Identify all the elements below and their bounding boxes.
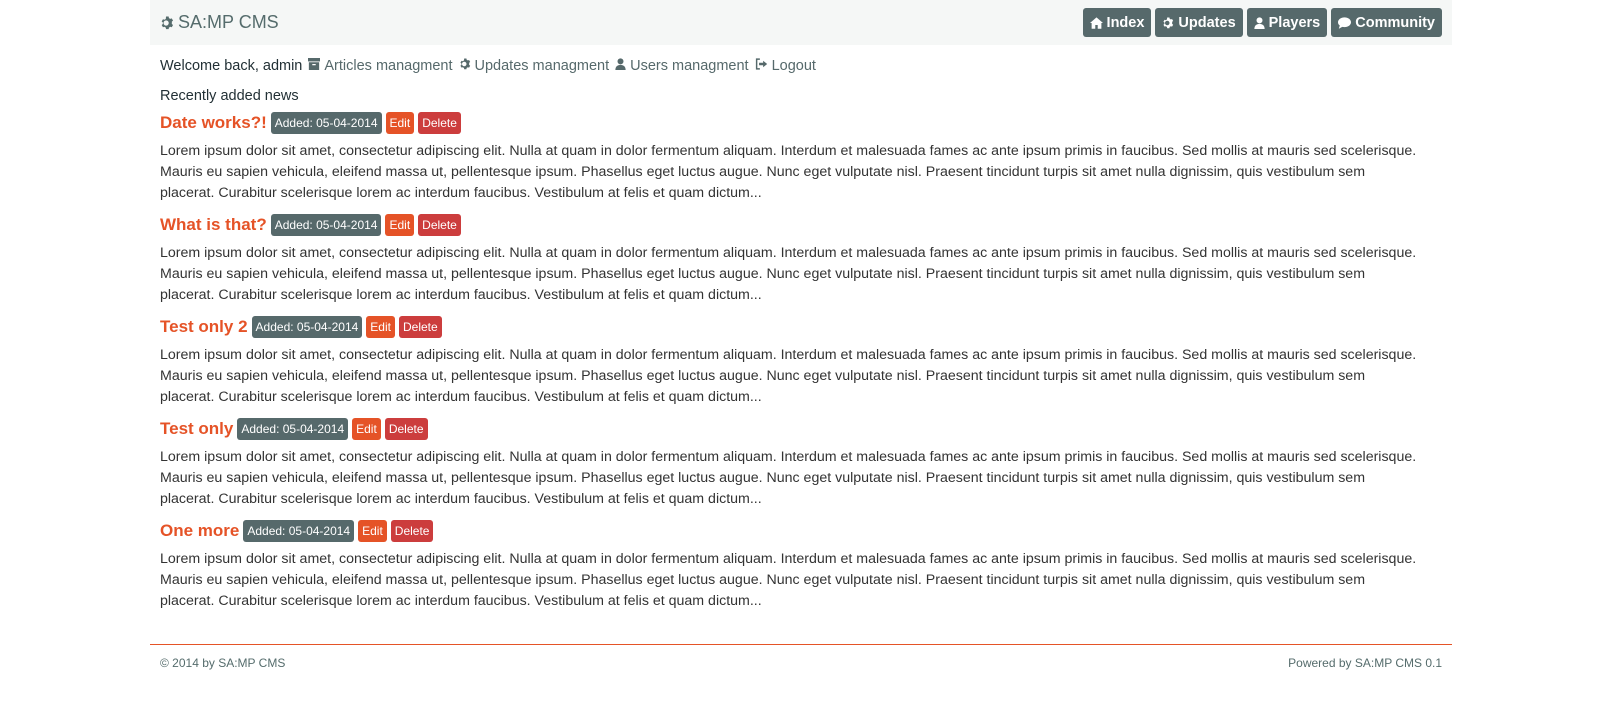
edit-button[interactable]: Edit	[352, 418, 381, 440]
nav-players-label: Players	[1268, 14, 1321, 31]
top-navbar: SA:MP CMS Index Updates Players Communit…	[150, 0, 1452, 45]
logout-link[interactable]: Logout	[755, 58, 816, 74]
article-excerpt: Lorem ipsum dolor sit amet, consectetur …	[160, 347, 1417, 405]
updates-management-link[interactable]: Updates managment	[459, 58, 610, 74]
users-management-label: Users managment	[630, 58, 749, 74]
article-title[interactable]: Date works?!	[160, 113, 267, 133]
delete-button[interactable]: Delete	[418, 112, 461, 134]
article-title[interactable]: One more	[160, 521, 239, 541]
delete-button[interactable]: Delete	[384, 418, 428, 440]
article-header: Test only Added: 05-04-2014 Edit Delete	[160, 416, 1442, 442]
article-item: One more Added: 05-04-2014 Edit Delete L…	[160, 518, 1442, 612]
sign-out-icon	[755, 58, 768, 74]
article-item: Date works?! Added: 05-04-2014 Edit Dele…	[160, 110, 1442, 204]
article-excerpt: Lorem ipsum dolor sit amet, consectetur …	[160, 245, 1417, 303]
main-nav: Index Updates Players Community	[1082, 8, 1442, 37]
article-date-badge: Added: 05-04-2014	[270, 214, 382, 236]
archive-icon	[308, 58, 321, 74]
article-excerpt: Lorem ipsum dolor sit amet, consectetur …	[160, 449, 1417, 507]
article-header: What is that? Added: 05-04-2014 Edit Del…	[160, 212, 1442, 238]
article-date-badge: Added: 05-04-2014	[237, 418, 349, 440]
logout-label: Logout	[771, 58, 816, 74]
brand-title: SA:MP CMS	[178, 12, 279, 32]
nav-updates-button[interactable]: Updates	[1155, 8, 1243, 37]
edit-button[interactable]: Edit	[358, 520, 387, 542]
article-date-badge: Added: 05-04-2014	[270, 112, 382, 134]
users-management-link[interactable]: Users managment	[615, 58, 749, 74]
brand[interactable]: SA:MP CMS	[160, 12, 279, 33]
gear-icon	[459, 58, 471, 74]
edit-button[interactable]: Edit	[366, 316, 395, 338]
updates-management-label: Updates managment	[474, 58, 610, 74]
article-header: Test only 2 Added: 05-04-2014 Edit Delet…	[160, 314, 1442, 340]
user-icon	[1253, 16, 1265, 29]
article-list: Date works?! Added: 05-04-2014 Edit Dele…	[160, 110, 1442, 612]
delete-button[interactable]: Delete	[398, 316, 442, 338]
article-item: Test only 2 Added: 05-04-2014 Edit Delet…	[160, 314, 1442, 408]
user-icon	[615, 58, 626, 74]
admin-bar: Welcome back, admin Articles managment U…	[160, 57, 1442, 75]
article-item: What is that? Added: 05-04-2014 Edit Del…	[160, 212, 1442, 306]
article-title[interactable]: Test only	[160, 419, 233, 439]
articles-management-link[interactable]: Articles managment	[308, 58, 453, 74]
article-title[interactable]: Test only 2	[160, 317, 248, 337]
delete-button[interactable]: Delete	[390, 520, 434, 542]
home-icon	[1089, 16, 1103, 29]
comment-icon	[1338, 16, 1352, 29]
edit-button[interactable]: Edit	[385, 214, 415, 236]
articles-management-label: Articles managment	[324, 58, 453, 74]
nav-updates-label: Updates	[1178, 14, 1236, 31]
article-header: Date works?! Added: 05-04-2014 Edit Dele…	[160, 110, 1442, 136]
footer-copyright: © 2014 by SA:MP CMS	[160, 656, 286, 670]
footer-powered-by: Powered by SA:MP CMS 0.1	[1288, 656, 1442, 670]
nav-community-label: Community	[1355, 14, 1435, 31]
article-excerpt: Lorem ipsum dolor sit amet, consectetur …	[160, 143, 1417, 201]
gear-icon	[160, 16, 174, 30]
article-date-badge: Added: 05-04-2014	[243, 520, 355, 542]
delete-button[interactable]: Delete	[418, 214, 461, 236]
page-footer: © 2014 by SA:MP CMS Powered by SA:MP CMS…	[150, 644, 1452, 685]
welcome-text: Welcome back, admin	[160, 58, 303, 74]
page-container: SA:MP CMS Index Updates Players Communit…	[150, 0, 1452, 670]
article-date-badge: Added: 05-04-2014	[251, 316, 363, 338]
article-title[interactable]: What is that?	[160, 215, 267, 235]
article-excerpt: Lorem ipsum dolor sit amet, consectetur …	[160, 551, 1417, 609]
nav-index-button[interactable]: Index	[1082, 8, 1152, 37]
section-title: Recently added news	[160, 88, 299, 104]
edit-button[interactable]: Edit	[385, 112, 415, 134]
gear-icon	[1162, 16, 1174, 29]
main-content: Welcome back, admin Articles managment U…	[150, 57, 1452, 612]
nav-index-label: Index	[1106, 14, 1145, 31]
article-item: Test only Added: 05-04-2014 Edit Delete …	[160, 416, 1442, 510]
article-header: One more Added: 05-04-2014 Edit Delete	[160, 518, 1442, 544]
nav-community-button[interactable]: Community	[1331, 8, 1442, 37]
nav-players-button[interactable]: Players	[1246, 8, 1328, 37]
